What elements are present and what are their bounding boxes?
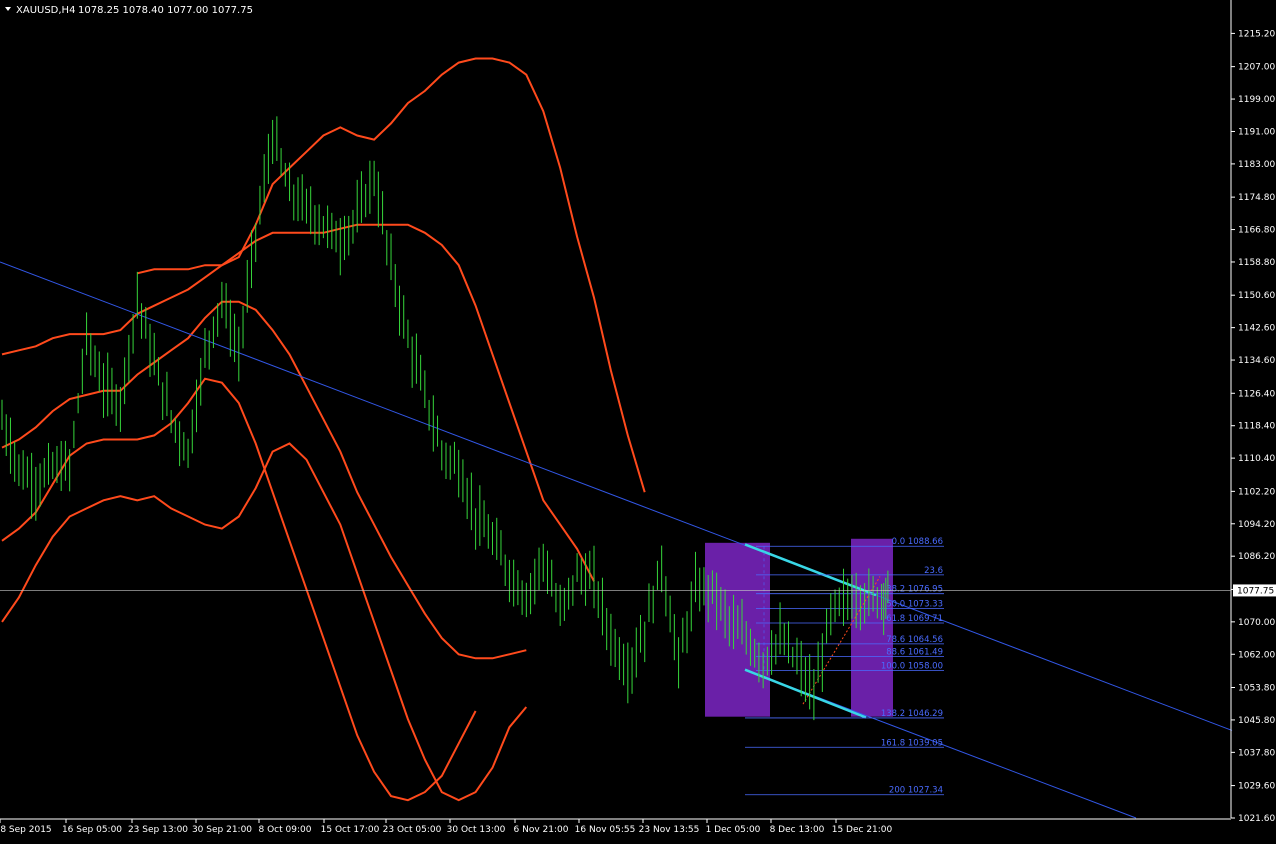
fib-level-label: 38.2 1076.95 [886,585,943,595]
fib-level-label: 200 1027.34 [889,786,943,796]
fib-level-label: 161.8 1039.05 [881,738,943,748]
x-tick-label: 15 Dec 21:00 [832,825,893,835]
y-tick-label: 1207.00 [1238,63,1275,73]
x-tick-label: 16 Nov 05:55 [575,825,636,835]
fib-level-label: 78.6 1064.56 [886,635,943,645]
ohlc-readout: 1078.25 1078.40 1077.00 1077.75 [78,5,253,16]
y-tick-label: 1142.60 [1238,324,1275,334]
y-tick-label: 1021.60 [1238,814,1275,824]
x-tick-label: 23 Sep 13:00 [128,825,188,835]
x-tick-label: 1 Dec 05:00 [706,825,761,835]
x-tick-label: 8 Dec 13:00 [770,825,825,835]
y-tick-label: 1094.20 [1238,520,1275,530]
y-tick-label: 1062.00 [1238,650,1275,660]
y-tick-label: 1174.80 [1238,193,1275,203]
y-tick-label: 1045.80 [1238,716,1275,726]
y-tick-label: 1126.40 [1238,389,1275,399]
y-tick-label: 1183.00 [1238,160,1275,170]
fib-level-label: 23.6 [924,566,943,576]
x-tick-label: 8 Oct 09:00 [259,825,312,835]
x-tick-label: 15 Oct 17:00 [321,825,380,835]
y-tick-label: 1134.60 [1238,356,1275,366]
y-tick-label: 1166.80 [1238,226,1275,236]
chart-canvas: 0.0 1088.66 23.6 38.2 1076.95 50.0 1073.33 6… [0,0,1276,840]
y-tick-label: 1029.60 [1238,782,1275,792]
y-tick-label: 1037.80 [1238,748,1275,758]
fib-level-label: 100.0 1058.00 [881,661,943,671]
y-tick-label: 1199.00 [1238,95,1275,105]
y-tick-label: 1118.40 [1238,422,1275,432]
x-tick-label: 6 Nov 21:00 [514,825,569,835]
chart-background [0,0,1276,840]
fib-level-label: 138.2 1046.29 [881,709,943,719]
fib-level-label: 0.0 1088.66 [892,537,943,547]
y-tick-label: 1086.20 [1238,552,1275,562]
x-tick-label: 8 Sep 2015 [0,825,51,835]
y-tick-label: 1150.60 [1238,291,1275,301]
x-tick-label: 30 Sep 21:00 [192,825,252,835]
y-tick-label: 1102.20 [1238,487,1275,497]
price-chart: 0.0 1088.66 23.6 38.2 1076.95 50.0 1073.33 6… [0,0,1276,840]
x-tick-label: 30 Oct 13:00 [447,825,506,835]
fib-level-label: 61.8 1069.71 [886,614,943,624]
current-price-label: 1077.75 [1237,586,1274,596]
y-tick-label: 1070.00 [1238,618,1275,628]
highlight-zone[interactable] [851,538,893,717]
y-tick-label: 1191.00 [1238,127,1275,137]
x-tick-label: 16 Sep 05:00 [62,825,122,835]
chart-header: XAUUSD,H4 1078.25 1078.40 1077.00 1077.7… [5,5,253,16]
symbol-label: XAUUSD,H4 [16,5,75,16]
x-tick-label: 23 Nov 13:55 [639,825,700,835]
y-tick-label: 1158.80 [1238,258,1275,268]
fib-level-label: 88.6 1061.49 [886,647,943,657]
x-tick-label: 23 Oct 05:00 [383,825,442,835]
y-tick-label: 1110.40 [1238,454,1275,464]
fib-level-label: 50.0 1073.33 [886,599,943,609]
y-tick-label: 1215.20 [1238,29,1275,39]
y-tick-label: 1053.80 [1238,684,1275,694]
